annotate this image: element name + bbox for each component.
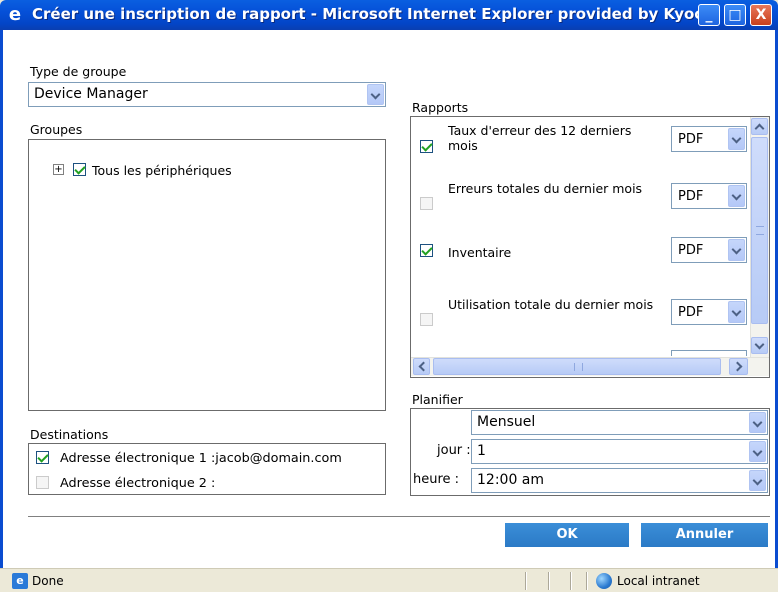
destination-1-checkbox[interactable] bbox=[36, 451, 49, 464]
report-2-format-select[interactable]: PDF bbox=[671, 183, 747, 209]
report-4-format: PDF bbox=[678, 305, 704, 320]
page-icon: e bbox=[12, 573, 28, 589]
report-3-format: PDF bbox=[678, 243, 704, 258]
status-separator bbox=[525, 572, 527, 590]
chevron-down-icon[interactable] bbox=[367, 84, 384, 105]
report-2-format: PDF bbox=[678, 189, 704, 204]
scroll-left-button[interactable] bbox=[413, 358, 430, 375]
groups-tree bbox=[28, 139, 386, 411]
destinations-label: Destinations bbox=[30, 427, 109, 442]
group-type-select[interactable]: Device Manager bbox=[28, 82, 386, 107]
window-title: Créer une inscription de rapport - Micro… bbox=[32, 5, 721, 23]
hour-value: 12:00 am bbox=[477, 472, 545, 488]
group-type-label: Type de groupe bbox=[30, 64, 127, 79]
report-1-format: PDF bbox=[678, 132, 704, 147]
report-4-format-select[interactable]: PDF bbox=[671, 299, 747, 325]
report-2-name: Erreurs totales du dernier mois bbox=[448, 181, 643, 196]
expand-icon[interactable]: + bbox=[53, 164, 64, 175]
report-3-name: Inventaire bbox=[448, 245, 512, 260]
scroll-thumb-horizontal[interactable] bbox=[433, 358, 721, 375]
close-button[interactable]: X bbox=[750, 4, 772, 26]
report-2-checkbox[interactable] bbox=[420, 197, 433, 210]
frequency-value: Mensuel bbox=[477, 414, 536, 430]
schedule-label: Planifier bbox=[412, 392, 463, 407]
scroll-up-button[interactable] bbox=[751, 118, 768, 135]
cancel-button[interactable]: Annuler bbox=[641, 523, 768, 547]
report-4-checkbox[interactable] bbox=[420, 313, 433, 326]
group-type-value: Device Manager bbox=[34, 86, 148, 102]
chevron-down-icon[interactable] bbox=[728, 301, 745, 323]
divider bbox=[28, 516, 770, 517]
status-separator bbox=[586, 572, 588, 590]
report-1-format-select[interactable]: PDF bbox=[671, 126, 747, 152]
groups-label: Groupes bbox=[30, 122, 83, 137]
hour-label: heure : bbox=[413, 472, 460, 487]
chevron-down-icon[interactable] bbox=[749, 441, 766, 462]
ie-icon: e bbox=[8, 4, 22, 25]
title-bar[interactable]: e Créer une inscription de rapport - Mic… bbox=[0, 0, 778, 30]
reports-label: Rapports bbox=[412, 100, 469, 115]
chevron-down-icon[interactable] bbox=[728, 128, 745, 150]
scroll-right-button[interactable] bbox=[729, 358, 748, 375]
destination-1-label: Adresse électronique 1 :jacob@domain.com bbox=[60, 451, 342, 466]
chevron-down-icon[interactable] bbox=[749, 470, 766, 491]
destination-2-checkbox[interactable] bbox=[36, 476, 49, 489]
report-3-checkbox[interactable] bbox=[420, 244, 433, 257]
status-separator bbox=[570, 572, 572, 590]
hour-select[interactable]: 12:00 am bbox=[471, 468, 768, 493]
scroll-thumb-vertical[interactable] bbox=[751, 137, 768, 324]
report-1-checkbox[interactable] bbox=[420, 140, 433, 153]
frequency-select[interactable]: Mensuel bbox=[471, 410, 768, 435]
day-value: 1 bbox=[477, 443, 486, 459]
report-5-format-select[interactable] bbox=[671, 350, 747, 356]
chevron-down-icon[interactable] bbox=[728, 185, 745, 207]
tree-item-all-devices[interactable]: Tous les périphériques bbox=[92, 163, 232, 178]
group-checkbox[interactable] bbox=[73, 163, 86, 176]
report-4-name: Utilisation totale du dernier mois bbox=[448, 297, 654, 312]
day-label: jour : bbox=[437, 443, 471, 458]
scroll-down-button[interactable] bbox=[751, 337, 768, 354]
report-1-name: Taux d'erreur des 12 derniers mois bbox=[448, 123, 632, 153]
destination-2-label: Adresse électronique 2 : bbox=[60, 476, 216, 491]
day-select[interactable]: 1 bbox=[471, 439, 768, 464]
maximize-button[interactable]: □ bbox=[724, 4, 746, 26]
status-text: Done bbox=[32, 574, 64, 588]
globe-icon bbox=[596, 573, 612, 589]
ok-button[interactable]: OK bbox=[505, 523, 629, 547]
report-3-format-select[interactable]: PDF bbox=[671, 237, 747, 263]
chevron-down-icon[interactable] bbox=[749, 412, 766, 433]
chevron-down-icon[interactable] bbox=[728, 239, 745, 261]
minimize-button[interactable]: _ bbox=[698, 4, 720, 26]
security-zone: Local intranet bbox=[617, 574, 700, 588]
status-separator bbox=[548, 572, 550, 590]
